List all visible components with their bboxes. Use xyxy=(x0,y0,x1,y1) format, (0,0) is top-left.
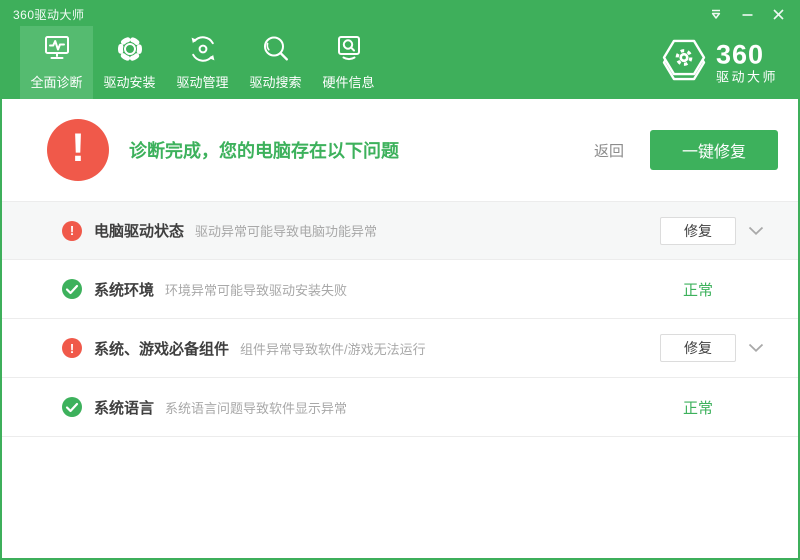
tab-label: 全面诊断 xyxy=(30,72,82,91)
issue-name: 系统语言 xyxy=(94,397,154,418)
title-bar: 360驱动大师 xyxy=(2,2,798,26)
page-title: 诊断完成，您的电脑存在以下问题 xyxy=(129,137,399,163)
logo-brand: 360 xyxy=(716,42,778,69)
issue-name: 电脑驱动状态 xyxy=(94,220,184,241)
search-icon xyxy=(259,32,293,66)
tab-full-diagnosis[interactable]: 全面诊断 xyxy=(20,26,93,99)
issue-desc: 驱动异常可能导致电脑功能异常 xyxy=(195,221,377,240)
diagnosis-monitor-icon xyxy=(40,32,74,66)
hardware-info-icon xyxy=(332,32,366,66)
app-logo: 360 驱动大师 xyxy=(662,36,778,89)
logo-hexagon-gear-icon xyxy=(662,36,708,89)
issue-row-system-env: 系统环境 环境异常可能导致驱动安装失败 正常 xyxy=(2,260,798,319)
minimize-to-tray-icon[interactable] xyxy=(709,7,723,21)
issue-row-driver-status: ! 电脑驱动状态 驱动异常可能导致电脑功能异常 修复 xyxy=(2,201,798,260)
alert-icon: ! xyxy=(62,338,82,358)
issue-desc: 系统语言问题导致软件显示异常 xyxy=(165,398,347,417)
tab-driver-install[interactable]: 驱动安装 xyxy=(93,26,166,99)
tab-label: 硬件信息 xyxy=(322,72,374,91)
close-icon[interactable] xyxy=(771,7,785,21)
diagnosis-summary: ! 诊断完成，您的电脑存在以下问题 返回 一键修复 xyxy=(2,99,798,201)
chevron-down-icon[interactable] xyxy=(748,226,764,236)
warning-badge-icon: ! xyxy=(47,119,109,181)
empty-area xyxy=(2,437,798,558)
tab-driver-search[interactable]: 驱动搜索 xyxy=(239,26,312,99)
window-controls xyxy=(709,7,798,21)
fix-all-button[interactable]: 一键修复 xyxy=(650,130,778,170)
check-icon xyxy=(62,279,82,299)
fix-button[interactable]: 修复 xyxy=(660,217,736,245)
tab-hardware-info[interactable]: 硬件信息 xyxy=(312,26,385,99)
content-area: ! 诊断完成，您的电脑存在以下问题 返回 一键修复 ! 电脑驱动状态 驱动异常可… xyxy=(2,99,798,558)
tab-driver-manage[interactable]: 驱动管理 xyxy=(166,26,239,99)
issue-row-system-language: 系统语言 系统语言问题导致软件显示异常 正常 xyxy=(2,378,798,437)
tab-label: 驱动安装 xyxy=(103,72,155,91)
tab-label: 驱动管理 xyxy=(176,72,228,91)
status-badge: 正常 xyxy=(660,279,736,300)
logo-product: 驱动大师 xyxy=(716,71,778,84)
sync-arrows-icon xyxy=(186,32,220,66)
fix-button[interactable]: 修复 xyxy=(660,334,736,362)
issue-name: 系统环境 xyxy=(94,279,154,300)
issue-name: 系统、游戏必备组件 xyxy=(94,338,229,359)
back-link[interactable]: 返回 xyxy=(594,140,624,161)
check-icon xyxy=(62,397,82,417)
status-badge: 正常 xyxy=(660,397,736,418)
issue-desc: 环境异常可能导致驱动安装失败 xyxy=(165,280,347,299)
app-window: 360驱动大师 全面诊断 xyxy=(0,0,800,560)
main-nav: 全面诊断 驱动安装 驱动管理 xyxy=(2,26,798,99)
tab-label: 驱动搜索 xyxy=(249,72,301,91)
alert-icon: ! xyxy=(62,221,82,241)
minimize-icon[interactable] xyxy=(740,7,754,21)
issue-row-components: ! 系统、游戏必备组件 组件异常导致软件/游戏无法运行 修复 xyxy=(2,319,798,378)
gear-icon xyxy=(113,32,147,66)
chevron-down-icon[interactable] xyxy=(748,343,764,353)
window-title: 360驱动大师 xyxy=(2,6,85,23)
issue-desc: 组件异常导致软件/游戏无法运行 xyxy=(240,339,426,358)
